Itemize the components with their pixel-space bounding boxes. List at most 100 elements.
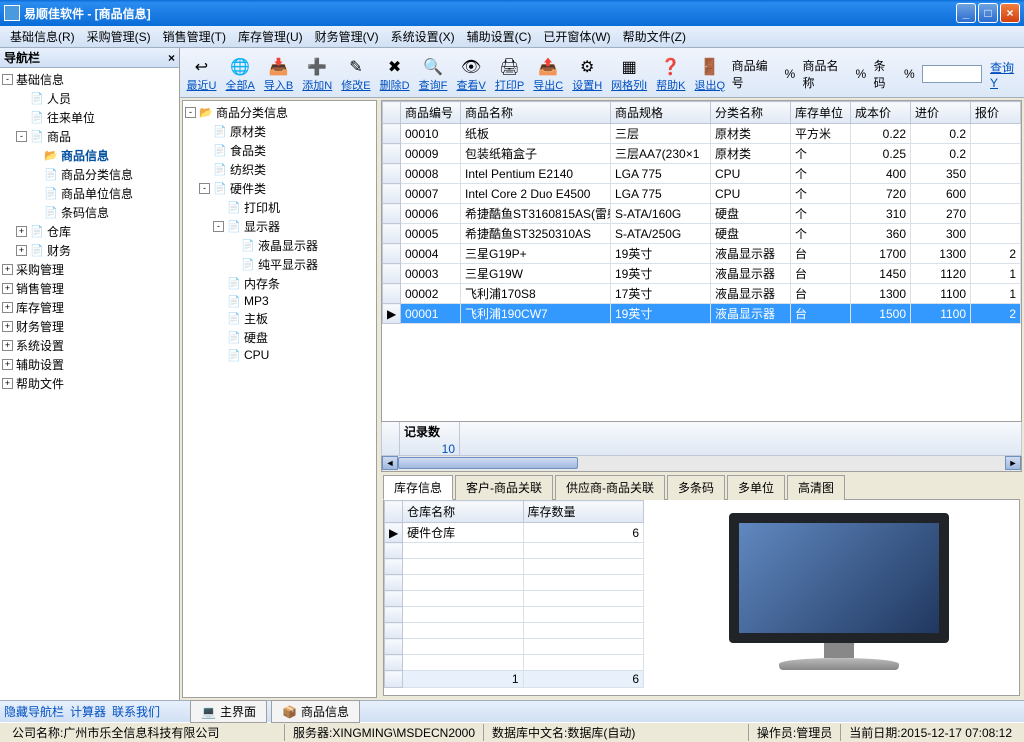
grid-cell[interactable]: 液晶显示器	[711, 264, 791, 284]
grid-cell[interactable]: 1100	[911, 284, 971, 304]
tree-toggle-icon[interactable]: +	[2, 264, 13, 275]
grid-cell[interactable]: 台	[791, 244, 851, 264]
tree-item[interactable]: 打印机	[185, 198, 374, 217]
tree-item[interactable]: 人员	[2, 89, 177, 108]
grid-cell[interactable]: 00005	[401, 224, 461, 244]
menu-item[interactable]: 财务管理(V)	[309, 26, 385, 47]
nav-close-icon[interactable]: ×	[168, 51, 175, 65]
grid-cell[interactable]: 350	[911, 164, 971, 184]
tree-item[interactable]: +财务管理	[2, 317, 177, 336]
tree-item[interactable]: +财务	[2, 241, 177, 260]
toolbar-打印P[interactable]: 🖨打印P	[492, 55, 526, 95]
tree-toggle-icon[interactable]: +	[2, 378, 13, 389]
toolbar-全部A[interactable]: 🌐全部A	[223, 55, 257, 95]
menu-item[interactable]: 辅助设置(C)	[461, 26, 538, 47]
tree-item[interactable]: 硬盘	[185, 328, 374, 347]
grid-cell[interactable]: 19英寸	[611, 304, 711, 324]
tree-toggle-icon[interactable]: -	[199, 183, 210, 194]
tree-toggle-icon[interactable]: +	[16, 245, 27, 256]
tree-item[interactable]: 液晶显示器	[185, 236, 374, 255]
footer-tab[interactable]: 💻主界面	[190, 700, 267, 723]
grid-cell[interactable]: 600	[911, 184, 971, 204]
toolbar-设置H[interactable]: ⚙设置H	[570, 55, 605, 95]
grid-header[interactable]: 商品规格	[611, 102, 711, 124]
toolbar-添加N[interactable]: ➕添加N	[300, 55, 335, 95]
grid-header[interactable]: 分类名称	[711, 102, 791, 124]
grid-cell[interactable]: 硬盘	[711, 204, 791, 224]
menu-item[interactable]: 销售管理(T)	[157, 26, 232, 47]
menu-item[interactable]: 基础信息(R)	[4, 26, 81, 47]
grid-cell[interactable]: 希捷酷鱼ST3250310AS	[461, 224, 611, 244]
grid-cell[interactable]: 2	[971, 304, 1021, 324]
maximize-button[interactable]: □	[978, 3, 998, 23]
grid-cell[interactable]: 2	[971, 244, 1021, 264]
grid-cell[interactable]: 个	[791, 184, 851, 204]
detail-tab[interactable]: 客户-商品关联	[455, 475, 553, 500]
grid-cell[interactable]: 270	[911, 204, 971, 224]
close-button[interactable]: ×	[1000, 3, 1020, 23]
grid-cell[interactable]: 00001	[401, 304, 461, 324]
grid-cell[interactable]: 液晶显示器	[711, 304, 791, 324]
grid-cell[interactable]: 硬盘	[711, 224, 791, 244]
search-button[interactable]: 查询Y	[990, 59, 1020, 90]
tree-toggle-icon[interactable]: -	[185, 107, 196, 118]
tree-item[interactable]: +辅助设置	[2, 355, 177, 374]
tree-toggle-icon[interactable]: -	[2, 74, 13, 85]
grid-cell[interactable]: 原材类	[711, 124, 791, 144]
grid-cell[interactable]	[971, 184, 1021, 204]
toolbar-查询F[interactable]: 🔍查询F	[416, 55, 450, 95]
tree-item[interactable]: +帮助文件	[2, 374, 177, 393]
grid-cell[interactable]: 310	[851, 204, 911, 224]
stock-grid[interactable]: 仓库名称库存数量▶硬件仓库616	[384, 500, 659, 695]
toolbar-退出Q[interactable]: 🚪退出Q	[692, 55, 728, 95]
search-input[interactable]	[922, 65, 982, 83]
grid-cell[interactable]: Intel Core 2 Duo E4500	[461, 184, 611, 204]
footer-link[interactable]: 隐藏导航栏	[4, 705, 64, 719]
tree-item[interactable]: +库存管理	[2, 298, 177, 317]
tree-item[interactable]: 商品信息	[2, 146, 177, 165]
grid-cell[interactable]: 400	[851, 164, 911, 184]
grid-cell[interactable]: 00004	[401, 244, 461, 264]
tree-item[interactable]: 内存条	[185, 274, 374, 293]
tree-toggle-icon[interactable]: +	[16, 226, 27, 237]
tree-item[interactable]: -显示器	[185, 217, 374, 236]
grid-cell[interactable]: 个	[791, 144, 851, 164]
grid-cell[interactable]: S-ATA/160G	[611, 204, 711, 224]
tree-item[interactable]: 商品单位信息	[2, 184, 177, 203]
grid-cell[interactable]: 飞利浦170S8	[461, 284, 611, 304]
toolbar-导出C[interactable]: 📤导出C	[531, 55, 566, 95]
tree-item[interactable]: -基础信息	[2, 70, 177, 89]
grid-cell[interactable]: 1300	[851, 284, 911, 304]
tree-toggle-icon[interactable]: -	[213, 221, 224, 232]
tree-item[interactable]: 条码信息	[2, 203, 177, 222]
stock-header[interactable]: 库存数量	[523, 501, 643, 523]
grid-cell[interactable]: 00006	[401, 204, 461, 224]
menu-item[interactable]: 已开窗体(W)	[537, 26, 616, 47]
grid-cell[interactable]: 1	[971, 284, 1021, 304]
grid-cell[interactable]: 三层	[611, 124, 711, 144]
grid-cell[interactable]: 1120	[911, 264, 971, 284]
tree-item[interactable]: 商品分类信息	[2, 165, 177, 184]
tree-item[interactable]: +系统设置	[2, 336, 177, 355]
tree-toggle-icon[interactable]: +	[2, 302, 13, 313]
tree-item[interactable]: 纯平显示器	[185, 255, 374, 274]
grid-cell[interactable]	[971, 124, 1021, 144]
grid-cell[interactable]: 00009	[401, 144, 461, 164]
grid-cell[interactable]: 液晶显示器	[711, 284, 791, 304]
grid-cell[interactable]: 19英寸	[611, 264, 711, 284]
detail-tab[interactable]: 高清图	[787, 475, 845, 500]
grid-cell[interactable]: 1100	[911, 304, 971, 324]
grid-cell[interactable]: 19英寸	[611, 244, 711, 264]
grid-cell[interactable]: 平方米	[791, 124, 851, 144]
toolbar-删除D[interactable]: ✖删除D	[377, 55, 412, 95]
tree-item[interactable]: 往来单位	[2, 108, 177, 127]
grid-cell[interactable]	[971, 204, 1021, 224]
grid-cell[interactable]: 台	[791, 304, 851, 324]
grid-cell[interactable]: 三星G19W	[461, 264, 611, 284]
grid-cell[interactable]: 三层AA7(230×1	[611, 144, 711, 164]
menu-item[interactable]: 系统设置(X)	[385, 26, 461, 47]
footer-link[interactable]: 联系我们	[112, 705, 160, 719]
menu-item[interactable]: 采购管理(S)	[81, 26, 157, 47]
grid-cell[interactable]: 00010	[401, 124, 461, 144]
grid-cell[interactable]: 台	[791, 264, 851, 284]
